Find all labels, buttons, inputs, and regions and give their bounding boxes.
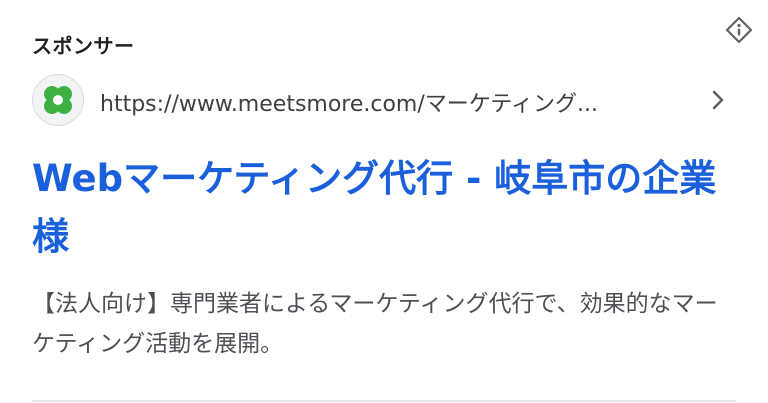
- meetsmore-favicon: [32, 74, 84, 126]
- ad-display-url[interactable]: https://www.meetsmore.com/マーケティング...: [100, 86, 690, 118]
- ad-url-row[interactable]: https://www.meetsmore.com/マーケティング...: [32, 72, 732, 128]
- ad-info-icon[interactable]: [724, 15, 754, 45]
- divider: [32, 400, 736, 402]
- ad-title-link[interactable]: Webマーケティング代行 - 岐阜市の企業様: [32, 150, 742, 266]
- sponsored-ad-card: スポンサー https://www.meetsmore.com/マーケティング.…: [0, 0, 768, 403]
- ad-description: 【法人向け】専門業者によるマーケティング代行で、効果的なマーケティング活動を展開…: [32, 291, 718, 357]
- sponsor-label: スポンサー: [32, 34, 135, 58]
- chevron-right-icon[interactable]: [706, 88, 730, 112]
